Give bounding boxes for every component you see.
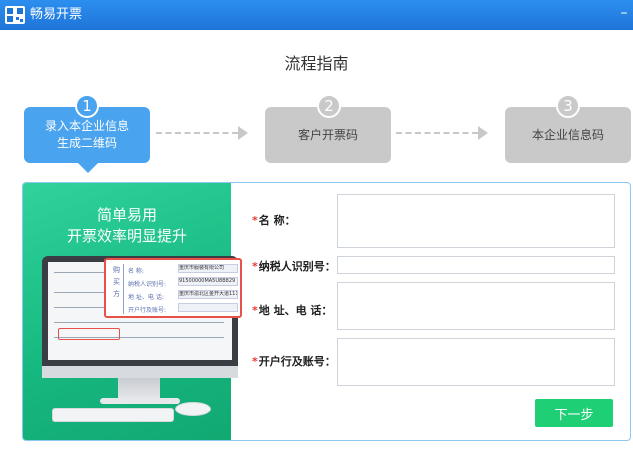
app-logo-icon — [5, 6, 25, 24]
zoom-value-address: 重庆市渝北区金开大道1111号 — [178, 290, 238, 299]
step-1-label-line2: 生成二维码 — [56, 136, 117, 150]
step-1-label-line1: 录入本企业信息 — [44, 119, 129, 133]
next-step-button[interactable]: 下一步 — [535, 399, 613, 427]
monitor-stand — [118, 378, 160, 400]
zoom-label-taxid: 纳税人识别号: — [128, 281, 167, 288]
zoom-value-bank — [178, 303, 238, 312]
keyboard-icon — [52, 408, 174, 422]
taxpayer-id-input[interactable] — [337, 256, 615, 274]
app-title: 畅易开票 — [30, 7, 83, 22]
bank-account-input[interactable] — [337, 338, 615, 386]
zoom-value-name: 重庆市服装有限公司 — [178, 264, 238, 273]
step-3-label: 本企业信息码 — [531, 127, 604, 142]
zoom-value-taxid: 91500000MA5U8B829 — [178, 277, 238, 286]
step-connector-1 — [156, 132, 238, 134]
arrow-right-icon — [478, 126, 488, 140]
guide-title: 流程指南 — [284, 54, 349, 73]
step-2-label: 客户开票码 — [297, 127, 358, 142]
zoom-label-bank: 开户行及账号: — [128, 307, 167, 314]
bank-label: *开户行及账号： — [252, 355, 336, 368]
required-mark: * — [252, 214, 258, 227]
promo-headline: 简单易用 — [96, 206, 157, 224]
zoom-label-name: 名 称: — [128, 268, 144, 275]
title-bar: 畅易开票 – — [0, 0, 633, 30]
step-1-number: 1 — [75, 94, 99, 118]
buyer-side-label: 购买方 — [110, 264, 124, 314]
required-mark: * — [252, 260, 258, 273]
required-mark: * — [252, 304, 258, 317]
invoice-zoom-card: 购买方 名 称: 重庆市服装有限公司 纳税人识别号: 91500000MA5U8… — [104, 258, 242, 318]
step-connector-2 — [396, 132, 478, 134]
step-3-number: 3 — [556, 94, 580, 118]
highlight-box — [58, 328, 120, 340]
zoom-label-address: 地 址、电 话: — [128, 294, 164, 301]
active-step-pointer-icon — [78, 163, 98, 173]
name-label: *名 称： — [252, 214, 296, 227]
promo-subline: 开票效率明显提升 — [66, 227, 187, 245]
arrow-right-icon — [238, 126, 248, 140]
monitor-base — [100, 398, 180, 404]
address-label: *地 址、电 话： — [252, 304, 333, 317]
minimize-button[interactable]: – — [617, 4, 631, 24]
mouse-icon — [175, 402, 211, 416]
taxid-label: *纳税人识别号： — [252, 260, 336, 273]
required-mark: * — [252, 355, 258, 368]
company-name-input[interactable] — [337, 194, 615, 248]
monitor-chin — [42, 366, 238, 378]
step-2-number: 2 — [317, 94, 341, 118]
address-phone-input[interactable] — [337, 282, 615, 330]
